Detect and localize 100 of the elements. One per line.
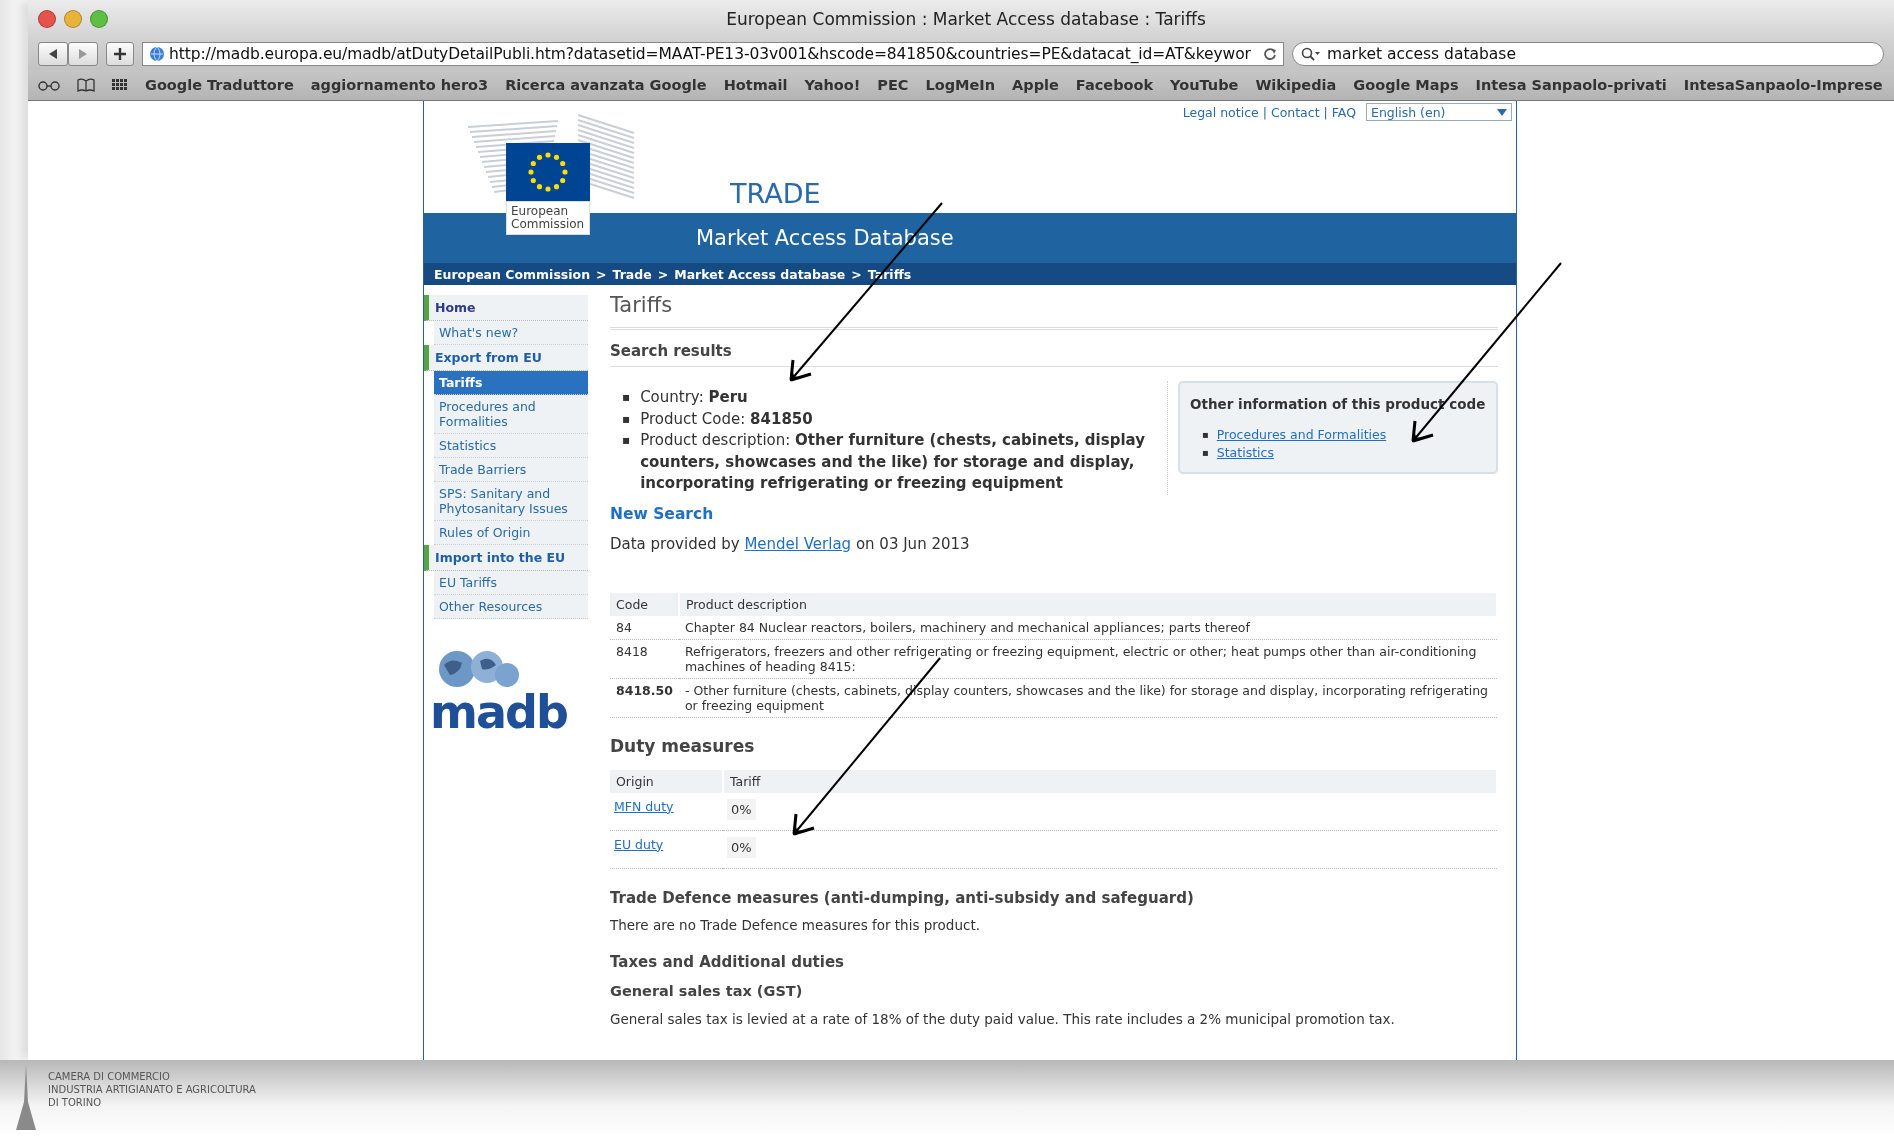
back-button[interactable] [38, 42, 68, 66]
bookmark-link[interactable]: Facebook [1075, 77, 1154, 93]
link-separator: | [1262, 104, 1267, 120]
nav-link[interactable]: Procedures and Formalities [434, 395, 588, 434]
table-cell: 84 [610, 615, 679, 639]
bookmark-link[interactable]: Intesa Sanpaolo-privati [1475, 77, 1667, 93]
footer-text: CAMERA DI COMMERCIO [48, 1070, 171, 1083]
duty-link[interactable]: MFN duty [614, 798, 674, 814]
header-link[interactable]: Contact [1270, 104, 1320, 120]
section-heading: Search results [610, 342, 1498, 367]
bookmark-link[interactable]: YouTube [1170, 77, 1239, 93]
site-title: TRADE [729, 178, 821, 211]
minimize-button[interactable] [64, 10, 82, 28]
nav-link[interactable]: Other Resources [434, 595, 588, 619]
list-bullet: ▪ [622, 389, 631, 406]
list-bullet: ▪ [1202, 428, 1209, 442]
tariff-value: 0% [727, 798, 756, 820]
page-title: Tariffs [610, 293, 1498, 330]
nav-section-link[interactable]: Home [424, 295, 588, 321]
detail-item: Product description: Other furniture (chests, cabinets, display counters, showcases and the like) for storage and display, incorporating refrigerating or freezing equipment [640, 430, 1146, 494]
nav-link[interactable]: SPS: Sanitary and Phytosanitary Issues [434, 482, 588, 521]
logo-caption: European Commission [506, 201, 590, 235]
body-text: General sales tax is levied at a rate of 18% of the duty paid value. This rate includes a 2% municipal promotion tax. [610, 1010, 1396, 1027]
bookmark-link[interactable]: Yahoo! [804, 77, 861, 93]
bookmark-link[interactable]: Google Maps [1353, 77, 1459, 93]
bookmark-link[interactable]: Wikipedia [1255, 77, 1337, 93]
breadcrumb-separator: > [657, 266, 669, 282]
bookmark-link[interactable]: Google Traduttore [145, 77, 294, 93]
footer-text: DI TORINO [48, 1096, 103, 1109]
zoom-button[interactable] [90, 10, 108, 28]
nav-section-link[interactable]: Import into the EU [424, 545, 588, 571]
table-cell: 8418.50 [610, 678, 679, 717]
table-cell: Refrigerators, freezers and other refrigerating or freezing equipment, electric or other; heat pumps other than air-conditioning machines of heading 8415: [678, 639, 1497, 678]
nav-link[interactable]: EU Tariffs [434, 571, 588, 595]
column-header: Code [610, 592, 679, 616]
bookmark-link[interactable]: LogMeIn [925, 77, 996, 93]
column-header: Origin [610, 769, 723, 793]
body-text: There are no Trade Defence measures for this product. [610, 916, 981, 933]
search-text: market access database [1327, 45, 1516, 63]
search-icon [1301, 47, 1321, 61]
detail-item: Country: Peru [640, 387, 748, 408]
madb-logo-text: madb [430, 685, 567, 739]
header-link[interactable]: FAQ [1331, 104, 1356, 120]
info-link[interactable]: Procedures and Formalities [1216, 426, 1387, 444]
grid-icon [112, 79, 128, 91]
window-title: European Commission : Market Access database : Tariffs [725, 9, 1207, 29]
dropdown-caret-icon [1497, 108, 1507, 116]
list-bullet: ▪ [1202, 446, 1209, 460]
book-icon [77, 78, 95, 92]
new-search-link[interactable]: New Search [610, 504, 1498, 523]
header-link[interactable]: Legal notice [1182, 104, 1259, 120]
list-bullet: ▪ [622, 432, 631, 449]
bookmark-link[interactable]: Ricerca avanzata Google [505, 77, 707, 93]
language-value: English (en) [1371, 104, 1446, 120]
nav-link[interactable]: Rules of Origin [434, 521, 588, 545]
column-header: Tariff [723, 769, 1497, 793]
duty-link[interactable]: EU duty [614, 836, 664, 852]
list-bullet: ▪ [622, 410, 631, 428]
search-field[interactable]: market access database [1292, 42, 1884, 66]
plus-icon [113, 47, 127, 61]
globe-icon [149, 46, 165, 62]
bookmark-link[interactable]: IntesaSanpaolo-Imprese [1683, 77, 1883, 93]
detail-item: Product Code: 841850 [640, 408, 813, 430]
nav-link[interactable]: What's new? [434, 321, 588, 345]
breadcrumb-link[interactable]: Trade [612, 266, 652, 282]
reading-glasses-icon [38, 79, 60, 91]
subsection-heading: General sales tax (GST) [610, 982, 804, 999]
bookmark-link[interactable]: Hotmail [723, 77, 788, 93]
column-header: Product description [678, 592, 1497, 616]
nav-link[interactable]: Statistics [434, 434, 588, 458]
data-source-text: Data provided by Mendel Verlag on 03 Jun 2013 [610, 534, 971, 553]
footer-text: INDUSTRIA ARTIGIANATO E AGRICOLTURA [48, 1083, 256, 1096]
breadcrumb-separator: > [596, 266, 607, 282]
bookmark-link[interactable]: aggiornamento hero3 [310, 77, 489, 93]
nav-link[interactable]: Trade Barriers [434, 458, 588, 482]
section-heading: Trade Defence measures (anti-dumping, anti-subsidy and safeguard) [610, 888, 1195, 907]
section-heading: Taxes and Additional duties [610, 952, 846, 971]
close-button[interactable] [38, 10, 56, 28]
source-link[interactable]: Mendel Verlag [744, 534, 852, 553]
forward-arrow-icon [78, 48, 88, 60]
nav-section-link[interactable]: Export from EU [424, 345, 588, 371]
table-cell: Chapter 84 Nuclear reactors, boilers, machinery and mechanical appliances; parts thereof [678, 615, 1497, 639]
table-cell: 8418 [610, 639, 679, 678]
reload-icon [1263, 47, 1277, 61]
add-bookmark-button[interactable] [106, 42, 134, 66]
bookmark-link[interactable]: PEC [877, 77, 909, 93]
info-panel-title: Other information of this product code [1190, 397, 1486, 412]
bookmark-link[interactable]: Apple [1012, 77, 1059, 93]
tariff-value: 0% [727, 836, 756, 858]
url-text: http://madb.europa.eu/madb/atDutyDetailPubli.htm?datasetid=MAAT-PE13-03v001&hscode=841850&countries=PE&datacat_id=AT&keywor [169, 45, 1252, 63]
section-heading: Duty measures [610, 735, 756, 756]
link-separator: | [1323, 104, 1328, 120]
breadcrumb-link[interactable]: European Commission [434, 266, 591, 282]
breadcrumb-separator: > [851, 266, 862, 282]
language-select[interactable]: English (en) [1366, 103, 1512, 121]
info-link[interactable]: Statistics [1216, 444, 1274, 462]
breadcrumb-link[interactable]: Market Access database [674, 266, 846, 282]
back-arrow-icon [48, 48, 58, 60]
nav-link[interactable]: Tariffs [434, 371, 588, 395]
address-field[interactable]: http://madb.europa.eu/madb/atDutyDetailPubli.htm?datasetid=MAAT-PE13-03v001&hscode=841850&countries=PE&datacat_id=AT&keywor [142, 42, 1284, 66]
